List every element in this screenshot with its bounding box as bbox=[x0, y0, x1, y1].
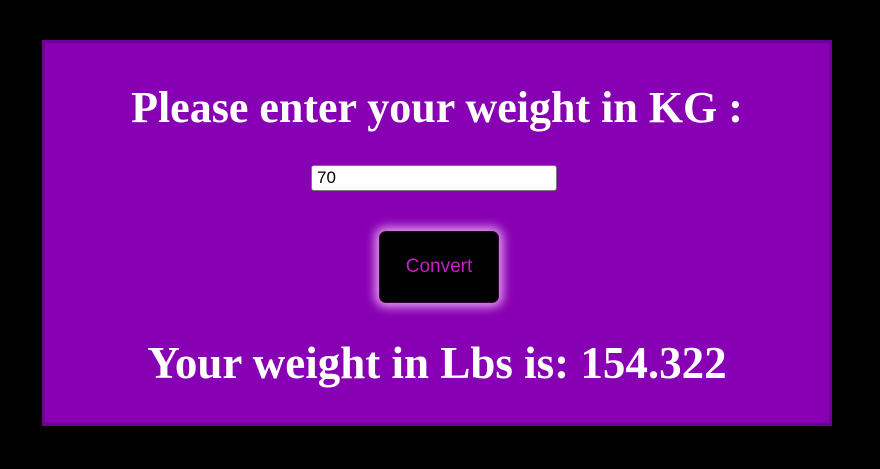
convert-button[interactable]: Convert bbox=[379, 231, 499, 303]
converter-card: Please enter your weight in KG : Convert… bbox=[42, 40, 832, 426]
weight-kg-input[interactable] bbox=[311, 165, 557, 191]
page-title: Please enter your weight in KG : bbox=[131, 83, 743, 132]
result-text: Your weight in Lbs is: 154.322 bbox=[147, 338, 727, 388]
